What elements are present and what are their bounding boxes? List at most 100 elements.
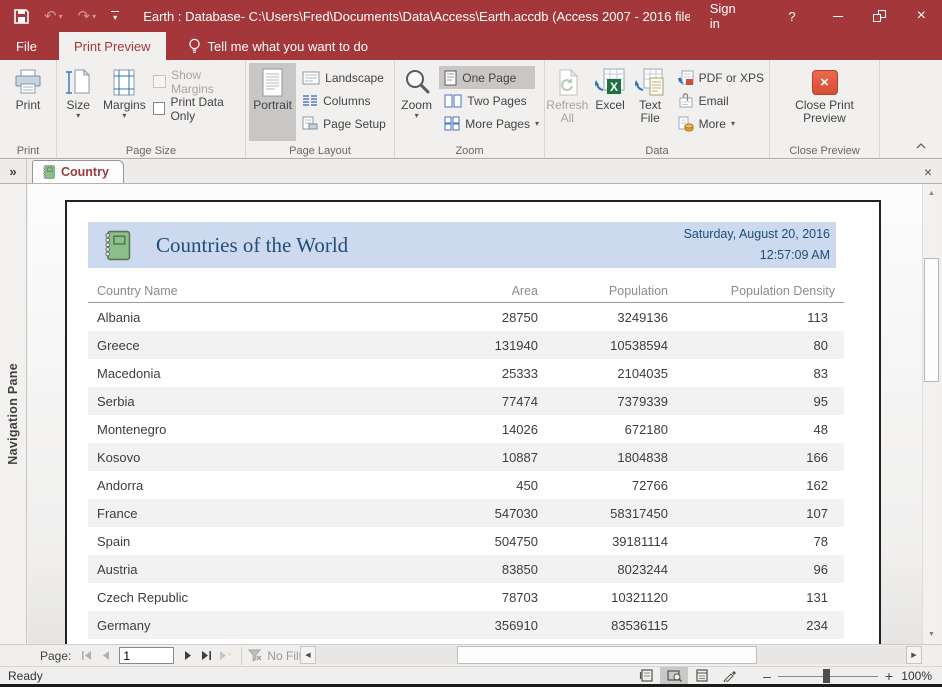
refresh-all-button[interactable]: Refresh All xyxy=(545,63,590,141)
show-margins-checkbox[interactable] xyxy=(153,75,166,88)
cell-name: Serbia xyxy=(88,394,388,409)
nav-pane-expand-button[interactable]: » xyxy=(0,159,27,183)
group-page-layout: Portrait Landscape xyxy=(246,60,395,158)
first-page-button[interactable] xyxy=(77,647,96,665)
two-pages-label: Two Pages xyxy=(467,94,526,108)
next-page-button[interactable] xyxy=(178,647,197,665)
design-view-button[interactable] xyxy=(716,667,744,685)
page-number-input[interactable] xyxy=(119,647,174,664)
print-button[interactable]: Print xyxy=(14,63,42,141)
scroll-down-button[interactable]: ▼ xyxy=(923,626,940,643)
cell-population: 58317450 xyxy=(538,506,668,521)
tell-me-box[interactable]: Tell me what you want to do xyxy=(188,32,368,60)
table-row: Spain5047503918111478 xyxy=(88,527,844,555)
zoom-slider-track[interactable] xyxy=(778,669,878,683)
vertical-scrollbar-thumb[interactable] xyxy=(924,258,939,382)
columns-icon xyxy=(302,94,318,108)
close-button[interactable]: × xyxy=(901,0,942,32)
report-view-button[interactable] xyxy=(632,667,660,685)
group-label-zoom: Zoom xyxy=(395,145,544,157)
close-object-button[interactable]: × xyxy=(924,165,942,179)
column-header-population: Population xyxy=(538,284,668,298)
print-data-only-checkbox-row[interactable]: Print Data Only xyxy=(153,97,245,120)
more-export-button[interactable]: More ▾ xyxy=(673,112,769,135)
tab-country[interactable]: Country xyxy=(32,160,124,183)
more-pages-label: More Pages xyxy=(465,117,530,131)
cell-density: 96 xyxy=(668,562,844,577)
text-file-button[interactable]: Text File xyxy=(631,63,670,141)
minimize-button[interactable] xyxy=(818,0,859,32)
column-header-population-density: Population Density xyxy=(668,284,844,298)
last-page-button[interactable] xyxy=(197,647,216,665)
layout-view-button[interactable] xyxy=(688,667,716,685)
scroll-right-button[interactable]: ▶ xyxy=(906,646,922,664)
size-button[interactable]: Size ▾ xyxy=(57,63,99,141)
portrait-button[interactable]: Portrait xyxy=(249,63,296,141)
group-print: Print Print xyxy=(0,60,57,158)
more-export-dropdown-icon: ▾ xyxy=(731,120,735,128)
two-pages-icon xyxy=(444,94,462,108)
excel-export-button[interactable]: X Excel xyxy=(591,63,630,141)
show-margins-checkbox-row[interactable]: Show Margins xyxy=(153,70,245,93)
tab-print-preview[interactable]: Print Preview xyxy=(59,32,166,60)
sign-in-button[interactable]: Sign in xyxy=(690,1,767,31)
table-row: Montenegro1402667218048 xyxy=(88,415,844,443)
help-button[interactable]: ? xyxy=(766,9,817,24)
print-preview-area[interactable]: Countries of the World Saturday, August … xyxy=(28,184,922,644)
page-label: Page: xyxy=(40,649,71,663)
two-pages-button[interactable]: Two Pages xyxy=(439,89,544,112)
report-page[interactable]: Countries of the World Saturday, August … xyxy=(65,200,881,644)
email-button[interactable]: Email xyxy=(673,89,769,112)
zoom-button[interactable]: Zoom ▾ xyxy=(395,63,438,141)
collapse-ribbon-button[interactable] xyxy=(912,139,930,153)
pdf-or-xps-button[interactable]: PDF or XPS xyxy=(673,66,769,89)
email-label: Email xyxy=(699,94,729,108)
previous-page-button[interactable] xyxy=(96,647,115,665)
page-setup-button[interactable]: Page Setup xyxy=(297,112,391,135)
scroll-up-button[interactable]: ▲ xyxy=(923,185,940,202)
zoom-out-button[interactable]: – xyxy=(758,668,776,684)
horizontal-scrollbar[interactable]: ◀ ▶ xyxy=(300,646,922,664)
cell-population: 7379339 xyxy=(538,394,668,409)
columns-label: Columns xyxy=(323,94,370,108)
print-preview-view-button[interactable] xyxy=(660,667,688,685)
vertical-scrollbar[interactable]: ▲ ▼ xyxy=(922,184,939,644)
zoom-percentage[interactable]: 100% xyxy=(898,669,942,683)
portrait-label: Portrait xyxy=(253,99,292,112)
tab-file[interactable]: File xyxy=(0,32,53,60)
redo-button[interactable]: ↷ ▾ xyxy=(78,9,97,24)
columns-button[interactable]: Columns xyxy=(297,89,391,112)
one-page-button[interactable]: One Page xyxy=(439,66,535,89)
ribbon: Print Print Size xyxy=(0,60,942,159)
undo-button[interactable]: ↶ ▾ xyxy=(44,9,63,24)
margins-icon xyxy=(111,69,137,96)
cell-name: Greece xyxy=(88,338,388,353)
table-row: Kosovo108871804838166 xyxy=(88,443,844,471)
nav-expand-icon: » xyxy=(9,164,16,179)
navigation-pane-collapsed[interactable]: Navigation Pane xyxy=(0,184,27,644)
report-table-header: Country Name Area Population Population … xyxy=(88,280,844,303)
collapse-ribbon-icon xyxy=(916,143,926,149)
horizontal-scrollbar-thumb[interactable] xyxy=(457,646,757,664)
print-data-only-checkbox[interactable] xyxy=(153,102,165,115)
new-page-button[interactable]: * xyxy=(216,647,235,665)
landscape-button[interactable]: Landscape xyxy=(297,66,391,89)
more-pages-button[interactable]: More Pages ▾ xyxy=(439,112,544,135)
table-row: Germany35691083536115234 xyxy=(88,611,844,639)
report-table: Country Name Area Population Population … xyxy=(88,280,844,639)
restore-button[interactable] xyxy=(859,0,900,32)
cell-population: 2104035 xyxy=(538,366,668,381)
margins-button[interactable]: Margins ▾ xyxy=(100,63,148,141)
close-print-preview-button[interactable]: × Close Print Preview xyxy=(783,63,867,141)
save-button[interactable] xyxy=(14,9,29,24)
first-page-icon xyxy=(81,651,92,660)
cell-area: 356910 xyxy=(388,618,538,633)
customize-qat-button[interactable]: ▾ xyxy=(111,11,119,22)
zoom-slider-thumb[interactable] xyxy=(823,669,830,683)
ribbon-tab-row: File Print Preview Tell me what you want… xyxy=(0,32,942,60)
cell-area: 78703 xyxy=(388,590,538,605)
cell-area: 547030 xyxy=(388,506,538,521)
scroll-left-button[interactable]: ◀ xyxy=(300,646,316,664)
zoom-in-button[interactable]: + xyxy=(880,668,898,684)
cell-area: 10887 xyxy=(388,450,538,465)
